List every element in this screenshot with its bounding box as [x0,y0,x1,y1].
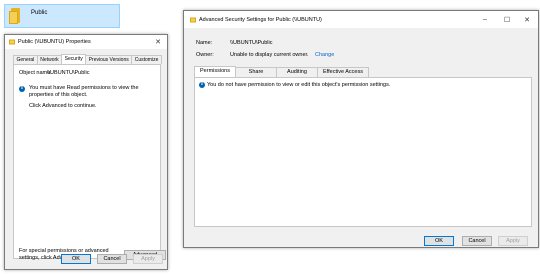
security-panel: Object name: \\UBUNTU\Public i You must … [13,64,166,261]
tab-customize[interactable]: Customize [131,55,162,64]
folder-icon [9,8,23,24]
close-icon[interactable]: ✕ [518,11,536,28]
folder-label: Public [31,10,48,16]
name-value: \\UBUNTU\Public [230,40,273,46]
ok-button[interactable]: OK [61,254,91,264]
info-icon: i [199,82,205,88]
advanced-security-window: Advanced Security Settings for Public (\… [183,10,539,248]
continue-message: Click Advanced to continue. [29,103,97,109]
tab-general[interactable]: General [13,55,38,64]
apply-button: Apply [133,254,163,264]
no-permission-message: You do not have permission to view or ed… [207,82,391,88]
folder-icon [9,39,15,45]
tab-permissions[interactable]: Permissions [194,66,236,77]
cancel-button[interactable]: Cancel [97,254,127,264]
advanced-tabs: Permissions Share Auditing Effective Acc… [194,66,369,77]
cancel-button[interactable]: Cancel [462,236,492,246]
maximize-icon[interactable]: ☐ [498,11,516,28]
change-owner-link[interactable]: Change [315,52,334,58]
close-icon[interactable]: ✕ [149,35,167,49]
tab-previous-versions[interactable]: Previous Versions [85,55,133,64]
info-icon: i [19,86,25,92]
advanced-title: Advanced Security Settings for Public (\… [199,16,322,23]
tab-effective-access[interactable]: Effective Access [317,67,369,77]
owner-label: Owner: [196,52,214,58]
owner-value: Unable to display current owner. [230,52,309,58]
object-name-value: \\UBUNTU\Public [47,70,90,76]
ok-button[interactable]: OK [424,236,454,246]
properties-window: Public (\\UBUNTU) Properties ✕ General N… [4,34,168,270]
name-label: Name: [196,40,213,46]
properties-tabs: General Network Security Previous Versio… [13,54,162,64]
tab-network[interactable]: Network [36,55,63,64]
properties-title: Public (\\UBUNTU) Properties [18,39,91,45]
folder-icon [190,17,196,22]
minimize-icon[interactable]: – [476,11,494,28]
tab-security[interactable]: Security [61,54,87,64]
tab-auditing[interactable]: Auditing [276,67,318,77]
tab-share[interactable]: Share [235,67,277,77]
read-permission-message: You must have Read permissions to view t… [29,85,139,98]
public-folder-tile[interactable]: Public [4,4,120,28]
permissions-panel: i You do not have permission to view or … [194,77,532,227]
advanced-titlebar[interactable]: Advanced Security Settings for Public (\… [184,11,538,28]
properties-titlebar[interactable]: Public (\\UBUNTU) Properties ✕ [5,35,167,49]
apply-button: Apply [498,236,528,246]
